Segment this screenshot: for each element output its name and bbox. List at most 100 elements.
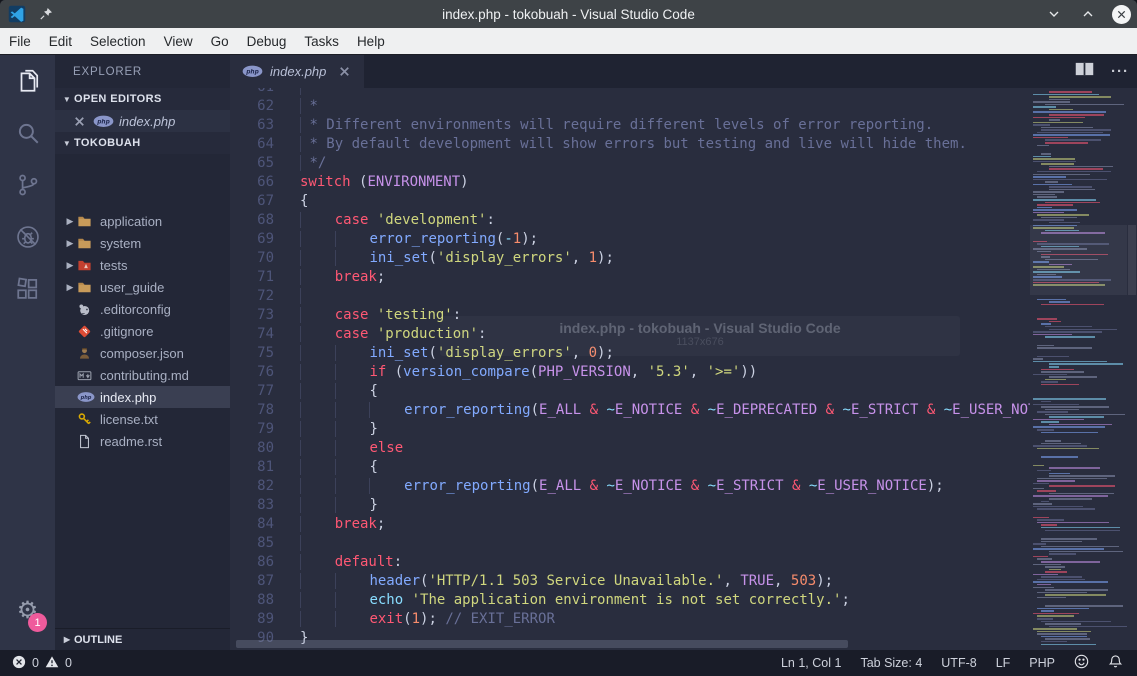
code-line-66[interactable]: 66switch (ENVIRONMENT)	[230, 173, 1030, 192]
code-line-72[interactable]: 72	[230, 287, 1030, 306]
line-number[interactable]: 83	[230, 496, 274, 515]
tree-item-readme-rst[interactable]: readme.rst	[55, 430, 230, 452]
minimap-viewport[interactable]	[1030, 225, 1127, 295]
chevron-right-icon[interactable]: ▶	[63, 260, 77, 271]
code-line-68[interactable]: 68 case 'development':	[230, 211, 1030, 230]
chevron-right-icon[interactable]: ▶	[63, 282, 77, 293]
code-line-63[interactable]: 63 * Different environments will require…	[230, 116, 1030, 135]
code-editor[interactable]: 61 *62 *63 * Different environments will…	[230, 88, 1030, 650]
code-line-84[interactable]: 84 break;	[230, 515, 1030, 534]
line-number[interactable]: 62	[230, 97, 274, 116]
menu-help[interactable]: Help	[348, 28, 394, 54]
tree-item-index-php[interactable]: phpindex.php	[55, 386, 230, 408]
code-line-61[interactable]: 61 *	[230, 88, 1030, 97]
code-line-73[interactable]: 73 case 'testing':	[230, 306, 1030, 325]
line-number[interactable]: 82	[230, 477, 274, 496]
code-line-70[interactable]: 70 ini_set('display_errors', 1);	[230, 249, 1030, 268]
tree-item-license-txt[interactable]: license.txt	[55, 408, 230, 430]
line-number[interactable]: 67	[230, 192, 274, 211]
tree-item-system[interactable]: ▶system	[55, 232, 230, 254]
line-number[interactable]: 73	[230, 306, 274, 325]
line-number[interactable]: 75	[230, 344, 274, 363]
notifications-bell-icon[interactable]	[1108, 654, 1123, 672]
code-line-75[interactable]: 75 ini_set('display_errors', 0);	[230, 344, 1030, 363]
open-editors-header[interactable]: ▼ OPEN EDITORS	[55, 88, 230, 110]
line-number[interactable]: 72	[230, 287, 274, 306]
code-line-81[interactable]: 81 {	[230, 458, 1030, 477]
line-number[interactable]: 89	[230, 610, 274, 629]
code-line-78[interactable]: 78 error_reporting(E_ALL & ~E_NOTICE & ~…	[230, 401, 1030, 420]
maximize-button[interactable]	[1078, 4, 1098, 24]
code-line-88[interactable]: 88 echo 'The application environment is …	[230, 591, 1030, 610]
line-number[interactable]: 64	[230, 135, 274, 154]
menu-go[interactable]: Go	[202, 28, 238, 54]
code-line-83[interactable]: 83 }	[230, 496, 1030, 515]
split-editor-icon[interactable]	[1074, 61, 1095, 82]
line-number[interactable]: 86	[230, 553, 274, 572]
line-number[interactable]: 70	[230, 249, 274, 268]
code-line-87[interactable]: 87 header('HTTP/1.1 503 Service Unavaila…	[230, 572, 1030, 591]
menu-debug[interactable]: Debug	[238, 28, 296, 54]
problems-status[interactable]: 0 0	[12, 655, 72, 672]
tree-item-application[interactable]: ▶application	[55, 210, 230, 232]
code-line-77[interactable]: 77 {	[230, 382, 1030, 401]
code-line-62[interactable]: 62 *	[230, 97, 1030, 116]
open-editor-item-index-php[interactable]: php index.php	[55, 110, 230, 132]
status-lf[interactable]: LF	[996, 656, 1011, 670]
close-button[interactable]	[1112, 5, 1131, 24]
vertical-scrollbar[interactable]	[1127, 88, 1137, 650]
menu-file[interactable]: File	[0, 28, 40, 54]
code-line-86[interactable]: 86 default:	[230, 553, 1030, 572]
line-number[interactable]: 88	[230, 591, 274, 610]
code-line-89[interactable]: 89 exit(1); // EXIT_ERROR	[230, 610, 1030, 629]
status-tab[interactable]: Tab Size: 4	[860, 656, 922, 670]
outline-section-header[interactable]: ▶ OUTLINE	[55, 628, 230, 650]
line-number[interactable]: 84	[230, 515, 274, 534]
menu-tasks[interactable]: Tasks	[295, 28, 348, 54]
minimize-button[interactable]	[1044, 4, 1064, 24]
activity-explorer-icon[interactable]	[0, 55, 55, 107]
tree-item-editorconfig[interactable]: .editorconfig	[55, 298, 230, 320]
chevron-right-icon[interactable]: ▶	[63, 238, 77, 249]
tree-item-contributing-md[interactable]: contributing.md	[55, 364, 230, 386]
line-number[interactable]: 74	[230, 325, 274, 344]
line-number[interactable]: 61	[230, 88, 274, 97]
line-number[interactable]: 87	[230, 572, 274, 591]
activity-debug-icon[interactable]	[0, 211, 55, 263]
minimap[interactable]	[1030, 88, 1127, 650]
line-number[interactable]: 65	[230, 154, 274, 173]
activity-extensions-icon[interactable]	[0, 263, 55, 315]
line-number[interactable]: 76	[230, 363, 274, 382]
feedback-smiley-icon[interactable]	[1074, 654, 1089, 672]
line-number[interactable]: 77	[230, 382, 274, 401]
line-number[interactable]: 80	[230, 439, 274, 458]
chevron-right-icon[interactable]: ▶	[63, 216, 77, 227]
code-line-69[interactable]: 69 error_reporting(-1);	[230, 230, 1030, 249]
line-number[interactable]: 81	[230, 458, 274, 477]
code-line-76[interactable]: 76 if (version_compare(PHP_VERSION, '5.3…	[230, 363, 1030, 382]
code-line-79[interactable]: 79 }	[230, 420, 1030, 439]
close-icon[interactable]	[72, 114, 87, 129]
tree-item-composer-json[interactable]: composer.json	[55, 342, 230, 364]
tree-item-gitignore[interactable]: .gitignore	[55, 320, 230, 342]
line-number[interactable]: 78	[230, 401, 274, 420]
tab-index-php[interactable]: php index.php	[230, 55, 364, 88]
line-number[interactable]: 63	[230, 116, 274, 135]
menu-selection[interactable]: Selection	[81, 28, 155, 54]
code-line-67[interactable]: 67{	[230, 192, 1030, 211]
code-line-85[interactable]: 85	[230, 534, 1030, 553]
code-line-64[interactable]: 64 * By default development will show er…	[230, 135, 1030, 154]
line-number[interactable]: 79	[230, 420, 274, 439]
line-number[interactable]: 71	[230, 268, 274, 287]
activity-source-control-icon[interactable]	[0, 159, 55, 211]
status-php[interactable]: PHP	[1029, 656, 1055, 670]
code-line-80[interactable]: 80 else	[230, 439, 1030, 458]
line-number[interactable]: 66	[230, 173, 274, 192]
activity-search-icon[interactable]	[0, 107, 55, 159]
horizontal-scrollbar[interactable]	[236, 640, 1016, 648]
code-line-71[interactable]: 71 break;	[230, 268, 1030, 287]
code-line-82[interactable]: 82 error_reporting(E_ALL & ~E_NOTICE & ~…	[230, 477, 1030, 496]
line-number[interactable]: 85	[230, 534, 274, 553]
tab-close-icon[interactable]	[337, 64, 352, 79]
status-ln[interactable]: Ln 1, Col 1	[781, 656, 841, 670]
